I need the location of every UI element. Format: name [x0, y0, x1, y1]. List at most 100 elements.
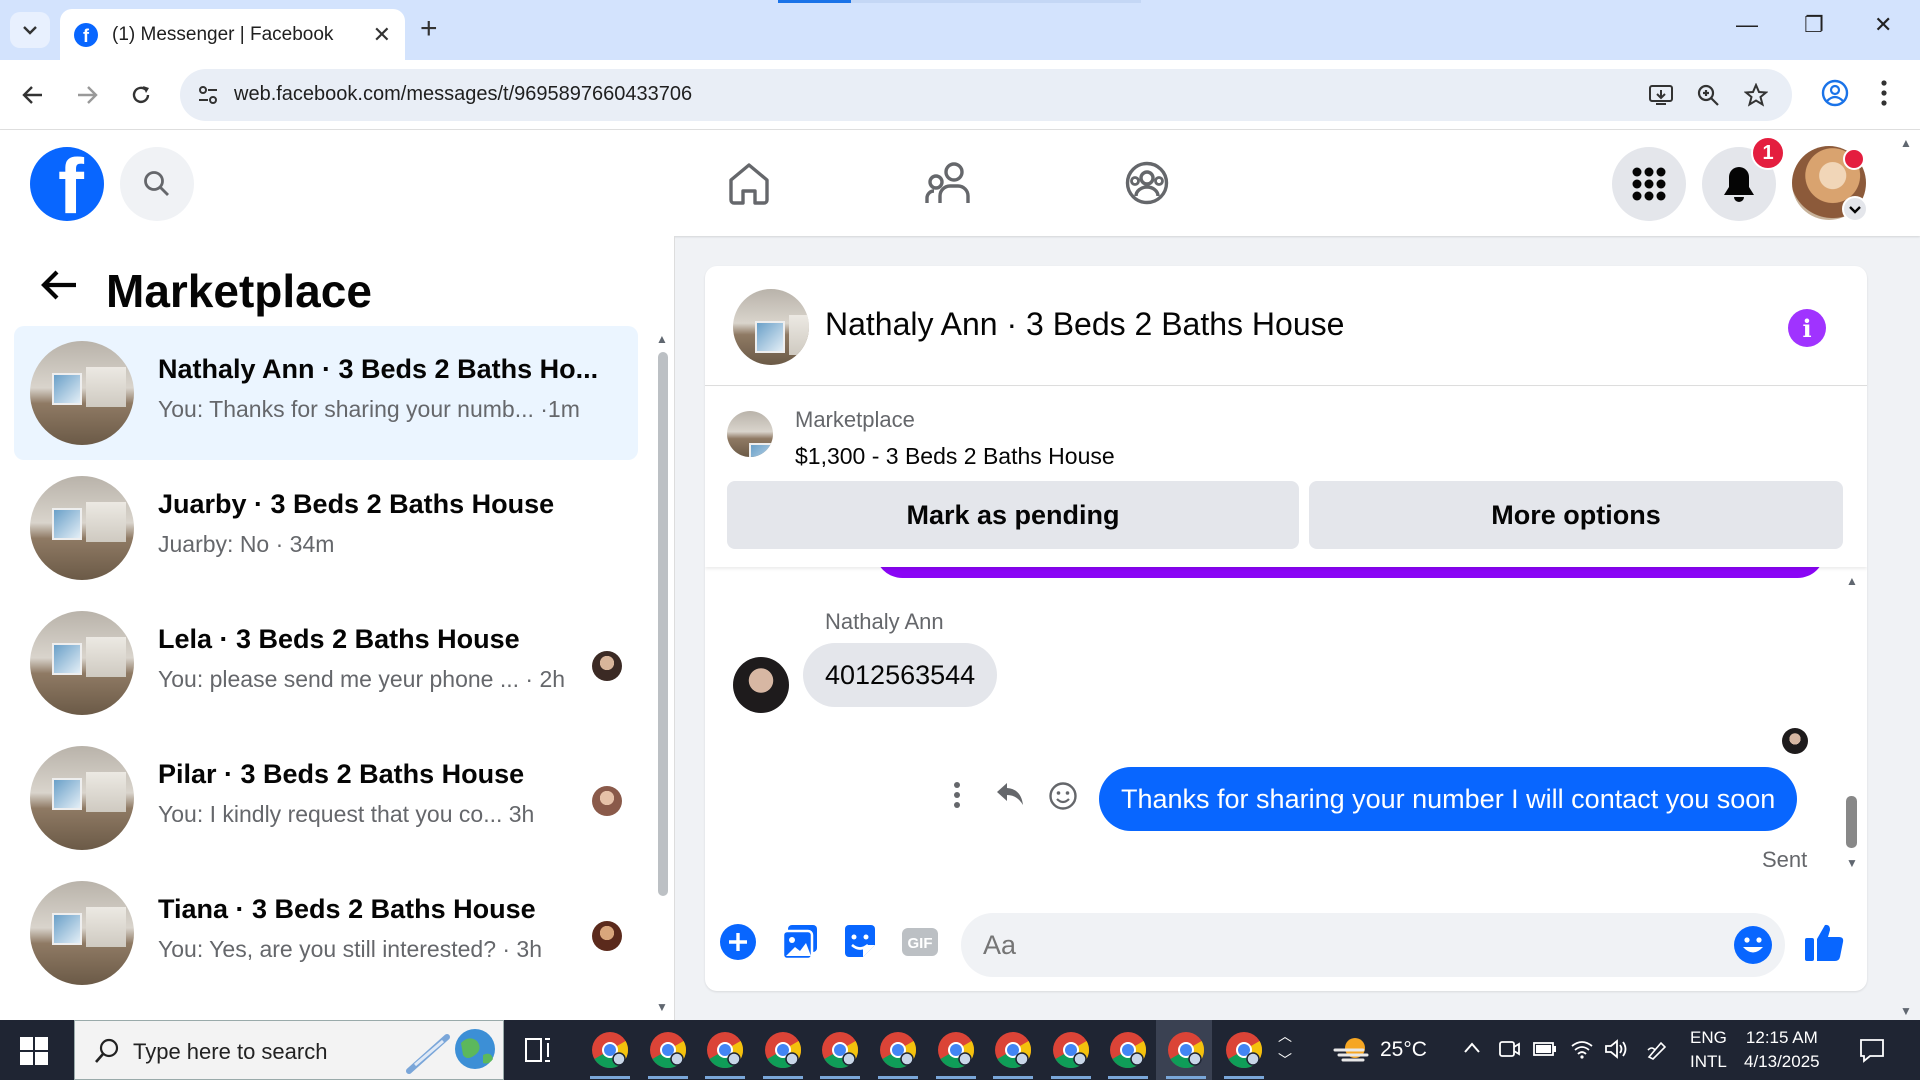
conversation-item[interactable]: Pilar · 3 Beds 2 Baths House You: I kind…: [14, 731, 638, 865]
listing-thumbnail: [30, 746, 134, 850]
minimize-button[interactable]: —: [1736, 12, 1758, 38]
conversation-item[interactable]: Juarby · 3 Beds 2 Baths House Juarby: No…: [14, 461, 638, 595]
forward-button[interactable]: [70, 78, 104, 112]
taskbar-running-indicator: [1108, 1076, 1148, 1079]
account-menu-button[interactable]: [1842, 196, 1868, 222]
system-clock[interactable]: 12:15 AM 4/13/2025: [1744, 1026, 1820, 1074]
sticker-icon[interactable]: [841, 923, 879, 961]
chrome-taskbar-icon[interactable]: [820, 1030, 860, 1070]
facebook-favicon-icon: f: [74, 22, 98, 47]
more-options-button[interactable]: More options: [1309, 481, 1843, 549]
facebook-header: f: [0, 130, 1920, 236]
browser-toolbar: web.facebook.com/messages/t/969589766043…: [0, 60, 1920, 130]
back-button[interactable]: [16, 78, 50, 112]
action-center-icon[interactable]: [1858, 1036, 1886, 1064]
browser-tab-messenger[interactable]: f (1) Messenger | Facebook ✕: [60, 9, 405, 60]
sidebar-scrollbar[interactable]: [658, 352, 668, 896]
new-tab-button[interactable]: +: [420, 14, 438, 44]
grid-menu-icon: [1632, 167, 1666, 201]
address-bar[interactable]: web.facebook.com/messages/t/969589766043…: [180, 69, 1792, 121]
scroll-down-arrow[interactable]: ▼: [656, 1000, 668, 1014]
windows-start-icon[interactable]: [20, 1037, 48, 1065]
conversation-name: Nathaly Ann · 3 Beds 2 Baths Ho...: [158, 354, 599, 384]
emoji-icon[interactable]: [1733, 925, 1773, 965]
taskbar-running-indicator: [1166, 1076, 1206, 1079]
chrome-taskbar-icon[interactable]: [993, 1030, 1033, 1070]
reply-icon[interactable]: [995, 781, 1025, 807]
taskbar-scroll-arrows[interactable]: ︿ ﹀: [1278, 1024, 1292, 1072]
taskbar-running-indicator: [1051, 1076, 1091, 1079]
more-actions-icon[interactable]: [952, 781, 962, 809]
language-code: ENG: [1690, 1028, 1727, 1047]
listing-price-title[interactable]: $1,300 - 3 Beds 2 Baths House: [795, 443, 1115, 470]
incoming-message-bubble[interactable]: 4012563544: [803, 643, 998, 707]
chrome-taskbar-icon[interactable]: [1108, 1030, 1148, 1070]
scroll-up-arrow[interactable]: ▲: [656, 332, 668, 346]
chrome-taskbar-icon[interactable]: [590, 1030, 630, 1070]
conversation-item[interactable]: Nathaly Ann · 3 Beds 2 Baths Ho... You: …: [14, 326, 638, 460]
listing-thumbnail[interactable]: [727, 411, 773, 457]
message-scroll-down-arrow[interactable]: ▼: [1846, 856, 1858, 870]
pen-input-icon[interactable]: [1646, 1038, 1670, 1060]
message-input-field[interactable]: [961, 913, 1785, 977]
tab-close-icon[interactable]: ✕: [373, 22, 391, 48]
wifi-icon[interactable]: [1570, 1038, 1594, 1060]
browser-menu-icon[interactable]: [1878, 78, 1890, 108]
conversation-info-button[interactable]: i: [1788, 309, 1826, 347]
install-app-icon[interactable]: [1648, 83, 1674, 107]
react-emoji-icon[interactable]: [1048, 781, 1078, 811]
chrome-taskbar-icon[interactable]: [1051, 1030, 1091, 1070]
conversation-item[interactable]: Tiana · 3 Beds 2 Baths House You: Yes, a…: [14, 866, 638, 1000]
thumbs-up-like-icon[interactable]: [1803, 921, 1845, 963]
chrome-taskbar-icon[interactable]: [763, 1030, 803, 1070]
page-scroll-up-arrow[interactable]: ▲: [1900, 136, 1912, 150]
message-input[interactable]: [983, 927, 1683, 963]
friends-icon[interactable]: [924, 160, 974, 206]
home-icon[interactable]: [726, 160, 772, 206]
menu-button[interactable]: [1612, 147, 1686, 221]
site-settings-icon[interactable]: [196, 83, 220, 107]
page-scroll-down-arrow[interactable]: ▼: [1900, 1004, 1912, 1018]
chat-listing-avatar[interactable]: [733, 289, 809, 365]
message-scrollbar[interactable]: [1846, 796, 1857, 848]
taskbar-search-box[interactable]: Type here to search: [74, 1020, 504, 1080]
conversation-item[interactable]: Lela · 3 Beds 2 Baths House You: please …: [14, 596, 638, 730]
zoom-icon[interactable]: [1696, 83, 1720, 107]
chrome-taskbar-icon[interactable]: [878, 1030, 918, 1070]
back-arrow-icon[interactable]: [40, 268, 78, 302]
chrome-taskbar-icon[interactable]: [648, 1030, 688, 1070]
outgoing-message-bubble[interactable]: Thanks for sharing your number I will co…: [1099, 767, 1798, 831]
message-scroll-up-arrow[interactable]: ▲: [1846, 574, 1858, 588]
mark-as-pending-button[interactable]: Mark as pending: [727, 481, 1299, 549]
chat-title[interactable]: Nathaly Ann · 3 Beds 2 Baths House: [825, 306, 1344, 343]
facebook-search-button[interactable]: [120, 147, 194, 221]
weather-icon[interactable]: [1333, 1034, 1371, 1066]
marketplace-listing-card: Marketplace $1,300 - 3 Beds 2 Baths Hous…: [705, 387, 1867, 567]
groups-icon[interactable]: [1124, 160, 1170, 206]
conversation-sidebar: Marketplace Nathaly Ann · 3 Beds 2 Baths…: [0, 236, 675, 1020]
chrome-taskbar-icon[interactable]: [1166, 1030, 1206, 1070]
browser-profile-icon[interactable]: [1820, 78, 1850, 108]
conversation-snippet: You: Thanks for sharing your numb... ·1m: [158, 396, 580, 422]
meet-now-icon[interactable]: [1498, 1038, 1520, 1060]
bookmark-star-icon[interactable]: [1744, 83, 1768, 107]
show-hidden-icons-icon[interactable]: [1462, 1038, 1482, 1058]
tab-search-button[interactable]: [10, 12, 50, 48]
attach-photo-icon[interactable]: [781, 923, 819, 961]
facebook-logo[interactable]: f: [30, 147, 104, 221]
sender-avatar[interactable]: [733, 657, 789, 713]
restore-button[interactable]: ❐: [1804, 12, 1824, 38]
volume-icon[interactable]: [1604, 1038, 1628, 1060]
close-window-button[interactable]: ✕: [1874, 12, 1892, 38]
add-plus-icon[interactable]: [719, 923, 757, 961]
gif-icon[interactable]: GIF: [901, 923, 939, 961]
chrome-taskbar-icon[interactable]: [936, 1030, 976, 1070]
chrome-taskbar-icon[interactable]: [705, 1030, 745, 1070]
url-text[interactable]: web.facebook.com/messages/t/969589766043…: [234, 83, 692, 106]
task-view-icon[interactable]: [524, 1036, 552, 1064]
weather-temperature[interactable]: 25°C: [1380, 1038, 1427, 1062]
input-language-indicator[interactable]: ENG INTL: [1690, 1026, 1727, 1074]
chrome-taskbar-icon[interactable]: [1224, 1030, 1264, 1070]
battery-icon[interactable]: [1532, 1038, 1558, 1060]
reload-button[interactable]: [124, 78, 158, 112]
